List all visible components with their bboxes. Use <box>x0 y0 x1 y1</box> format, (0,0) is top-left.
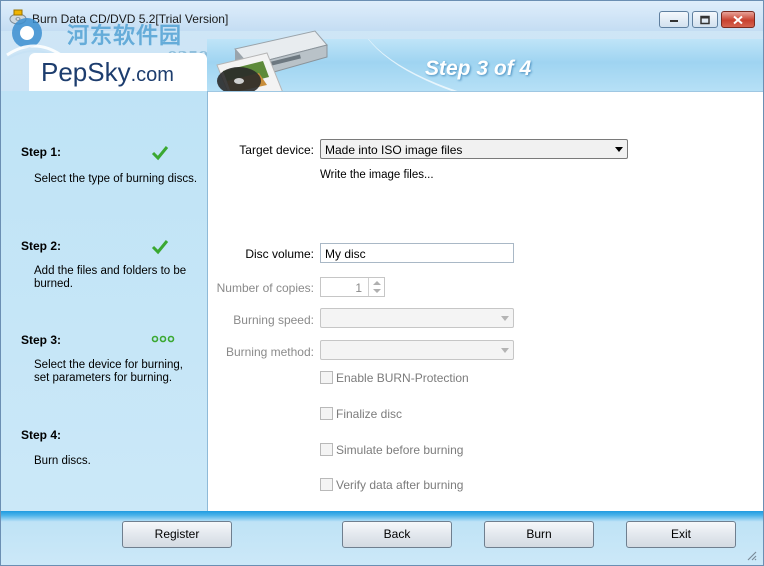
exit-button[interactable]: Exit <box>626 521 736 548</box>
banner-decoration <box>357 39 763 91</box>
target-device-select[interactable]: Made into ISO image files <box>320 139 628 159</box>
stepper-up-icon[interactable] <box>373 281 381 285</box>
burn-protection-label: Enable BURN-Protection <box>336 371 469 385</box>
steps-sidebar: Step 1: Select the type of burning discs… <box>1 91 208 511</box>
checkbox-box[interactable] <box>320 443 333 456</box>
resize-grip-icon[interactable] <box>745 549 757 561</box>
target-device-info: Write the image files... <box>320 169 434 181</box>
minimize-icon <box>670 19 678 22</box>
maximize-icon <box>700 15 710 24</box>
finalize-disc-label: Finalize disc <box>336 407 403 421</box>
done-check-icon <box>151 146 169 161</box>
brand-logo-text: PepSky.com <box>41 57 174 88</box>
brand-main: PepSky <box>41 57 131 87</box>
step-3-description: Select the device for burning, set param… <box>34 359 183 384</box>
stepper-buttons[interactable] <box>368 278 384 296</box>
close-icon <box>733 15 743 24</box>
chevron-down-icon <box>501 348 509 353</box>
step-counter-title: Step 3 of 4 <box>425 57 532 80</box>
app-window: Burn Data CD/DVD 5.2[Trial Version] 河东软件… <box>0 0 764 566</box>
stepper-down-icon[interactable] <box>373 289 381 293</box>
close-button[interactable] <box>721 11 755 28</box>
burn-button[interactable]: Burn <box>484 521 594 548</box>
step-4-description: Burn discs. <box>34 455 91 467</box>
disc-volume-input[interactable]: My disc <box>320 243 514 263</box>
burning-speed-select[interactable] <box>320 308 514 328</box>
chevron-down-icon <box>615 147 623 152</box>
checkbox-box[interactable] <box>320 371 333 384</box>
register-button[interactable]: Register <box>122 521 232 548</box>
bottom-button-bar: Register Back Burn Exit <box>1 511 763 565</box>
target-device-value: Made into ISO image files <box>325 143 463 157</box>
step-3-heading: Step 3: <box>21 333 62 347</box>
burning-method-select[interactable] <box>320 340 514 360</box>
burning-method-label: Burning method: <box>225 345 314 359</box>
step-1-description: Select the type of burning discs. <box>34 173 198 185</box>
step-2-description: Add the files and folders to be burned. <box>34 265 187 290</box>
done-check-icon <box>151 240 169 255</box>
copies-label: Number of copies: <box>216 281 314 295</box>
minimize-button[interactable] <box>659 11 689 28</box>
step-1-heading: Step 1: <box>21 145 62 159</box>
brand-suffix: .com <box>130 64 174 86</box>
disc-volume-value: My disc <box>325 247 366 261</box>
back-button[interactable]: Back <box>342 521 452 548</box>
copies-value: 1 <box>355 281 362 295</box>
chevron-down-icon <box>501 316 509 321</box>
target-device-label: Target device: <box>239 143 314 157</box>
step-4-heading: Step 4: <box>21 428 62 442</box>
checkbox-box[interactable] <box>320 407 333 420</box>
brand-plate: PepSky.com <box>29 53 207 93</box>
in-progress-dots-icon <box>151 335 175 343</box>
checkbox-box[interactable] <box>320 478 333 491</box>
simulate-label: Simulate before burning <box>336 443 464 457</box>
burning-speed-label: Burning speed: <box>233 313 314 327</box>
verify-data-label: Verify data after burning <box>336 478 464 492</box>
copies-stepper[interactable]: 1 <box>320 277 385 297</box>
disc-volume-label: Disc volume: <box>245 247 314 261</box>
watermark-site-name: 河东软件园 <box>67 24 183 49</box>
settings-panel: Target device: Made into ISO image files… <box>208 91 763 511</box>
step-2-heading: Step 2: <box>21 239 62 253</box>
maximize-button[interactable] <box>692 11 718 28</box>
